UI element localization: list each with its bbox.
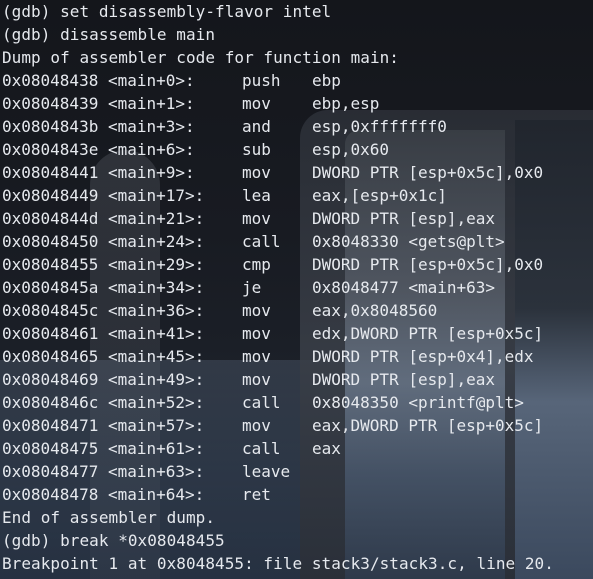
asm-operands: ebp,esp [312, 94, 380, 113]
asm-line: 0x08048465 <main+45>: mov DWORD PTR [esp+0… [2, 345, 554, 368]
asm-operands: esp,0xfffffff0 [312, 117, 447, 136]
asm-operands: ebp [312, 71, 341, 90]
asm-line: 0x08048450 <main+24>: call 0x8048330 <gets… [2, 230, 554, 253]
asm-mnemonic: mov [242, 347, 271, 366]
asm-address: 0x08048441 <main+9>: [2, 163, 195, 182]
asm-line: 0x0804843b <main+3>: and esp,0xfffffff0 [2, 115, 554, 138]
asm-operands: 0x8048330 <gets@plt> [312, 232, 505, 251]
asm-mnemonic: mov [242, 163, 271, 182]
asm-address: 0x08048439 <main+1>: [2, 94, 195, 113]
asm-address: 0x0804843b <main+3>: [2, 117, 195, 136]
asm-operands: eax,[esp+0x1c] [312, 186, 447, 205]
asm-mnemonic: cmp [242, 255, 271, 274]
asm-mnemonic: call [242, 232, 281, 251]
asm-address: 0x08048450 <main+24>: [2, 232, 205, 251]
asm-mnemonic: ret [242, 485, 271, 504]
dump-header-line: Dump of assembler code for function main… [2, 48, 399, 67]
breakpoint-output-line: Breakpoint 1 at 0x8048455: file stack3/s… [2, 554, 554, 573]
asm-line: 0x0804843e <main+6>: sub esp,0x60 [2, 138, 554, 161]
asm-mnemonic: call [242, 393, 281, 412]
asm-address: 0x08048475 <main+61>: [2, 439, 205, 458]
asm-address: 0x08048465 <main+45>: [2, 347, 205, 366]
asm-line: 0x08048439 <main+1>: mov ebp,esp [2, 92, 554, 115]
asm-line: 0x08048441 <main+9>: mov DWORD PTR [esp+0x… [2, 161, 554, 184]
asm-line: 0x0804846c <main+52>: call 0x8048350 <prin… [2, 391, 554, 414]
asm-operands: DWORD PTR [esp+0x5c],0x0 [312, 163, 544, 182]
asm-operands: eax [312, 439, 341, 458]
asm-address: 0x08048471 <main+57>: [2, 416, 205, 435]
asm-address: 0x0804845a <main+34>: [2, 278, 205, 297]
asm-mnemonic: mov [242, 94, 271, 113]
asm-operands: DWORD PTR [esp+0x4],edx [312, 347, 534, 366]
asm-operands: DWORD PTR [esp],eax [312, 209, 496, 228]
asm-address: 0x0804846c <main+52>: [2, 393, 205, 412]
asm-line: 0x08048478 <main+64>: ret [2, 483, 554, 506]
asm-mnemonic: leave [242, 462, 291, 481]
asm-mnemonic: and [242, 117, 271, 136]
asm-mnemonic: push [242, 71, 281, 90]
asm-mnemonic: sub [242, 140, 271, 159]
asm-line: 0x08048461 <main+41>: mov edx,DWORD PTR [e… [2, 322, 554, 345]
asm-line: 0x08048477 <main+63>: leave [2, 460, 554, 483]
asm-mnemonic: je [242, 278, 262, 297]
asm-line: 0x0804845c <main+36>: mov eax,0x8048560 [2, 299, 554, 322]
asm-address: 0x0804845c <main+36>: [2, 301, 205, 320]
asm-operands: DWORD PTR [esp+0x5c],0x0 [312, 255, 544, 274]
asm-mnemonic: call [242, 439, 281, 458]
asm-line: 0x0804844d <main+21>: mov DWORD PTR [esp],… [2, 207, 554, 230]
asm-line: 0x08048438 <main+0>: push ebp [2, 69, 554, 92]
asm-address: 0x08048478 <main+64>: [2, 485, 205, 504]
gdb-command-line: (gdb) disassemble main [2, 25, 216, 44]
asm-line: 0x08048455 <main+29>: cmp DWORD PTR [esp+0… [2, 253, 554, 276]
asm-operands: eax,DWORD PTR [esp+0x5c] [312, 416, 544, 435]
asm-operands: 0x8048350 <printf@plt> [312, 393, 524, 412]
asm-operands: eax,0x8048560 [312, 301, 438, 320]
asm-line: 0x08048449 <main+17>: lea eax,[esp+0x1c] [2, 184, 554, 207]
asm-line: 0x08048469 <main+49>: mov DWORD PTR [esp],… [2, 368, 554, 391]
gdb-command-line: (gdb) break *0x08048455 [2, 531, 225, 550]
asm-operands: edx,DWORD PTR [esp+0x5c] [312, 324, 544, 343]
asm-operands: DWORD PTR [esp],eax [312, 370, 496, 389]
terminal-window[interactable]: (gdb) set disassembly-flavor intel (gdb)… [0, 0, 593, 579]
asm-mnemonic: mov [242, 324, 271, 343]
asm-address: 0x08048469 <main+49>: [2, 370, 205, 389]
asm-address: 0x08048461 <main+41>: [2, 324, 205, 343]
asm-mnemonic: mov [242, 416, 271, 435]
asm-operands: 0x8048477 <main+63> [312, 278, 496, 297]
dump-footer-line: End of assembler dump. [2, 508, 216, 527]
terminal-output: (gdb) set disassembly-flavor intel (gdb)… [2, 0, 554, 575]
asm-line: 0x08048475 <main+61>: call eax [2, 437, 554, 460]
gdb-command-line: (gdb) set disassembly-flavor intel [2, 2, 332, 21]
asm-mnemonic: mov [242, 370, 271, 389]
asm-operands: esp,0x60 [312, 140, 390, 159]
asm-mnemonic: mov [242, 209, 271, 228]
asm-address: 0x08048477 <main+63>: [2, 462, 205, 481]
asm-address: 0x08048438 <main+0>: [2, 71, 195, 90]
asm-mnemonic: lea [242, 186, 271, 205]
asm-address: 0x0804843e <main+6>: [2, 140, 195, 159]
asm-line: 0x08048471 <main+57>: mov eax,DWORD PTR [e… [2, 414, 554, 437]
asm-mnemonic: mov [242, 301, 271, 320]
asm-address: 0x0804844d <main+21>: [2, 209, 205, 228]
asm-address: 0x08048455 <main+29>: [2, 255, 205, 274]
asm-line: 0x0804845a <main+34>: je 0x8048477 <main+6… [2, 276, 554, 299]
asm-address: 0x08048449 <main+17>: [2, 186, 205, 205]
